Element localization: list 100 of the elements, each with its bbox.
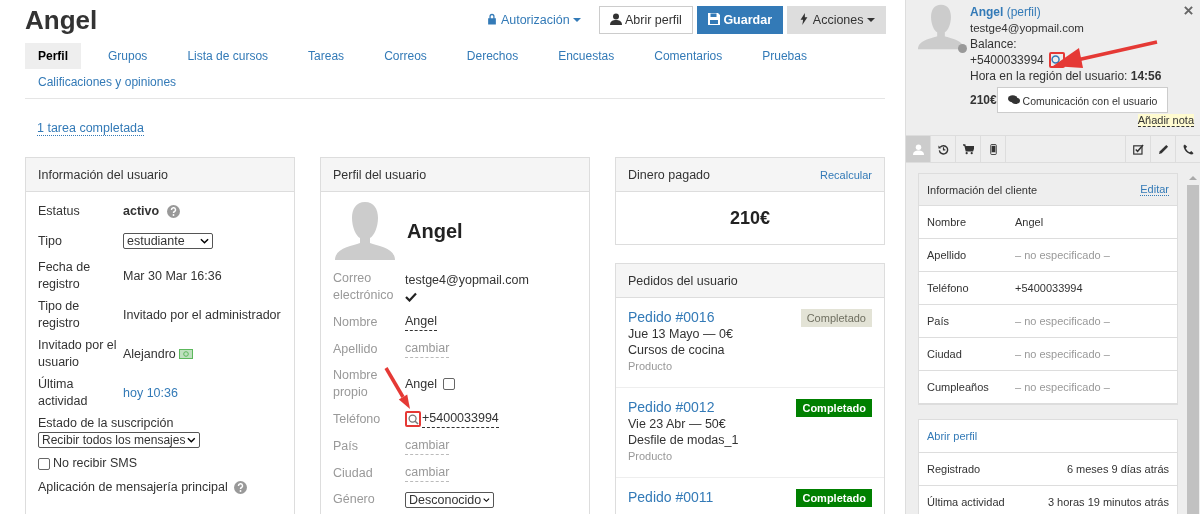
editable-value[interactable]: Angel [405, 313, 437, 331]
phone-text: +5400033994 [970, 52, 1044, 68]
tab[interactable]: Perfil [25, 43, 81, 69]
field-value: +5400033994 [1015, 282, 1083, 294]
recalculate-link[interactable]: Recalcular [820, 168, 872, 181]
field-label: Última actividad [927, 496, 1005, 508]
field-label: Apellido [333, 341, 378, 356]
field-label: Teléfono [927, 282, 970, 294]
field-label: Tipo [38, 232, 63, 250]
field-label: Tipo de registro [38, 298, 81, 332]
field-label: Última actividad [38, 376, 89, 410]
panel-title: Pedidos del usuario [628, 273, 738, 288]
field-value: Angel [1015, 216, 1044, 228]
mobile-phone-icon [987, 143, 999, 155]
status-dot [958, 44, 967, 53]
field-label: Nombre [333, 314, 378, 329]
avatar-silhouette [335, 202, 395, 260]
checkbox[interactable] [38, 457, 50, 470]
chevron-down-icon [187, 437, 196, 443]
tab[interactable]: Calificaciones y opiniones [25, 69, 190, 95]
change-link[interactable]: cambiar [405, 340, 450, 358]
order-link[interactable]: Pedido #0011 [628, 489, 714, 505]
caret-icon [573, 18, 582, 22]
field-value: Alejandro [123, 345, 176, 363]
pencil-icon [1157, 143, 1169, 155]
chevron-down-icon [483, 496, 490, 503]
tab[interactable]: Tareas [295, 43, 358, 69]
amount-value: 210€ [729, 207, 770, 229]
cart-icon [962, 143, 974, 155]
tab[interactable]: Pruebas [749, 43, 820, 69]
field-label: País [927, 315, 950, 327]
panel-title: Información del cliente [927, 183, 1038, 196]
profile-link[interactable]: (perfil) [1006, 5, 1041, 19]
order-link[interactable]: Pedido #0016 [628, 309, 733, 325]
product-name: Cursos de cocina [628, 342, 726, 358]
editable-value[interactable]: +5400033994 [422, 410, 499, 428]
field-label: Correo electrónico [333, 271, 394, 302]
chevron-down-icon [200, 238, 209, 244]
save-button[interactable]: Guardar [696, 6, 783, 34]
user-name-link[interactable]: Angel [970, 5, 1004, 19]
field-label: Cumpleaños [927, 381, 990, 393]
history-icon [937, 143, 949, 155]
actions-dropdown[interactable]: Acciones [787, 6, 886, 34]
last-activity-link[interactable]: hoy 10:36 [123, 384, 178, 402]
search-icon [407, 413, 419, 425]
authorization-dropdown[interactable]: Autorización [478, 13, 590, 27]
panel-title: Información del usuario [38, 167, 168, 182]
tab[interactable]: Lista de cursos [174, 43, 282, 69]
avatar-silhouette [918, 4, 964, 50]
field-label: Invitado por el usuario [38, 337, 118, 371]
change-link[interactable]: cambiar [405, 464, 450, 482]
tab[interactable]: Comentarios [641, 43, 736, 69]
page-title: Angel [25, 4, 98, 36]
product-type: Producto [628, 359, 674, 374]
checkbox[interactable] [443, 378, 455, 390]
user-icon [912, 143, 924, 155]
banknote-icon [178, 349, 193, 359]
change-link[interactable]: cambiar [405, 437, 450, 455]
field-label: Nombre [927, 216, 968, 228]
caret-icon [867, 18, 875, 22]
checkbox-label: No recibir SMS [53, 455, 138, 472]
field-label: Ciudad [333, 465, 373, 480]
lightning-icon [798, 13, 810, 25]
contact-user-button[interactable]: Comunicación con el usuario [996, 87, 1169, 113]
field-label: Ciudad [927, 348, 963, 360]
open-profile-button[interactable]: Abrir perfil [599, 6, 693, 34]
tab[interactable]: Derechos [453, 43, 532, 69]
tasks-link[interactable]: 1 tarea completada [37, 121, 144, 136]
open-profile-link[interactable]: Abrir perfil [927, 430, 978, 442]
tab[interactable]: Encuestas [545, 43, 628, 69]
subscription-select[interactable]: Recibir todos los mensajes [38, 432, 200, 448]
field-value: Invitado por el administrador [123, 306, 281, 324]
status-badge: Completado [796, 399, 872, 417]
search-button[interactable] [405, 411, 421, 427]
tab[interactable]: Grupos [95, 43, 161, 69]
add-note-link[interactable]: Añadir nota [1137, 114, 1194, 127]
edit-link[interactable]: Editar [1140, 183, 1169, 196]
checkbox-icon [1132, 143, 1144, 155]
gender-select[interactable]: Desconocido [405, 491, 494, 508]
panel-title: Perfil del usuario [333, 167, 427, 182]
field-value: 3 horas 19 minutos atrás [1047, 496, 1169, 508]
user-icon [610, 13, 623, 25]
field-label: Nombre propio [333, 368, 378, 399]
field-label: Estado de la suscripción [38, 415, 175, 432]
field-value: Mar 30 Mar 16:36 [123, 267, 222, 285]
help-icon[interactable] [167, 204, 181, 218]
field-label: Apellido [927, 249, 968, 261]
order-date: Vie 23 Abr — 50€ [628, 416, 727, 432]
close-icon[interactable] [1184, 6, 1193, 15]
help-icon[interactable] [233, 480, 247, 494]
status-badge: Completado [800, 309, 872, 327]
field-label: Teléfono [333, 411, 381, 426]
field-label: Género [333, 492, 375, 506]
type-select[interactable]: estudiante [123, 233, 213, 249]
field-label: Registrado [927, 463, 981, 475]
order-link[interactable]: Pedido #0012 [628, 399, 739, 415]
profile-name: Angel [407, 222, 463, 240]
tab[interactable]: Correos [371, 43, 440, 69]
product-type: Producto [628, 449, 674, 464]
field-label: Estatus [38, 202, 81, 220]
